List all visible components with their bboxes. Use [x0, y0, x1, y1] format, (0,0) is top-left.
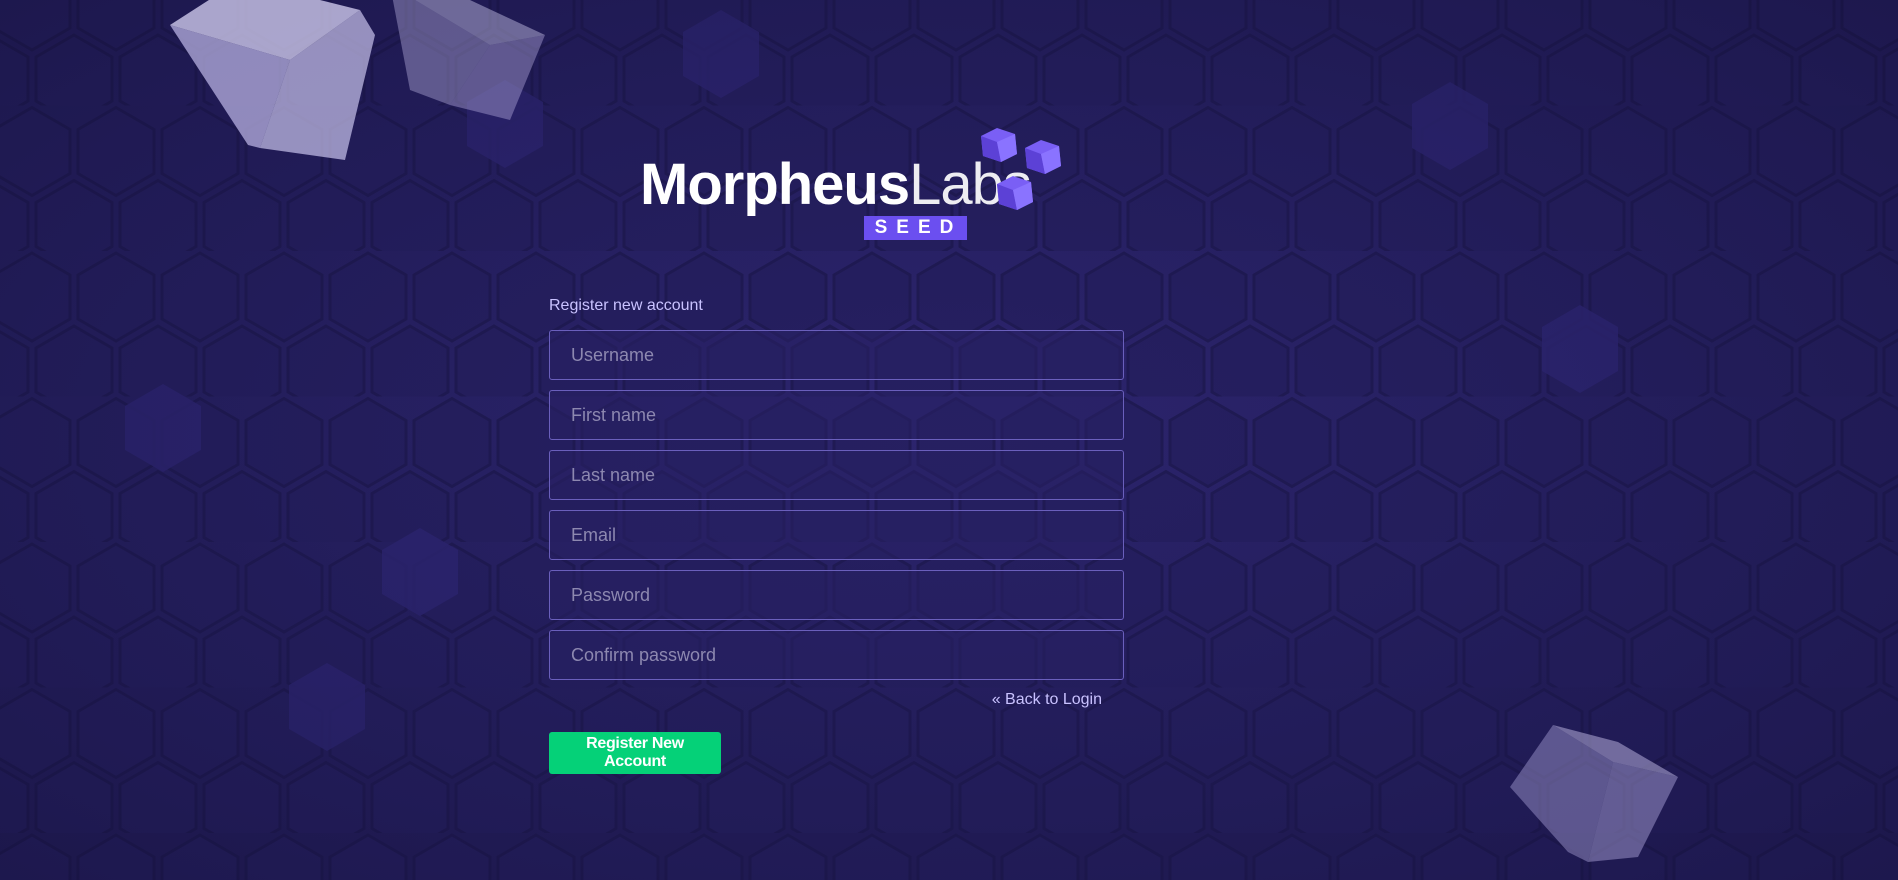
- confirm-password-field[interactable]: [549, 630, 1124, 680]
- translucent-cube-icon: [170, 0, 545, 160]
- translucent-cube-icon: [1510, 725, 1678, 862]
- password-field[interactable]: [549, 570, 1124, 620]
- logo-wordmark: MorpheusLabs: [640, 156, 1032, 214]
- first-name-field[interactable]: [549, 390, 1124, 440]
- three-cubes-icon: [981, 128, 1061, 210]
- morpheus-labs-seed-logo: MorpheusLabs SEED: [640, 126, 1080, 246]
- logo-brand-bold: Morpheus: [640, 152, 910, 217]
- username-field[interactable]: [549, 330, 1124, 380]
- email-field[interactable]: [549, 510, 1124, 560]
- last-name-field[interactable]: [549, 450, 1124, 500]
- register-new-account-button[interactable]: Register New Account: [549, 732, 721, 774]
- form-title: Register new account: [549, 297, 703, 314]
- register-form: Register new account « Back to Login Reg…: [549, 296, 1124, 774]
- back-to-login-link[interactable]: « Back to Login: [992, 690, 1102, 710]
- seed-badge: SEED: [864, 216, 967, 240]
- back-link-row: « Back to Login: [549, 690, 1124, 726]
